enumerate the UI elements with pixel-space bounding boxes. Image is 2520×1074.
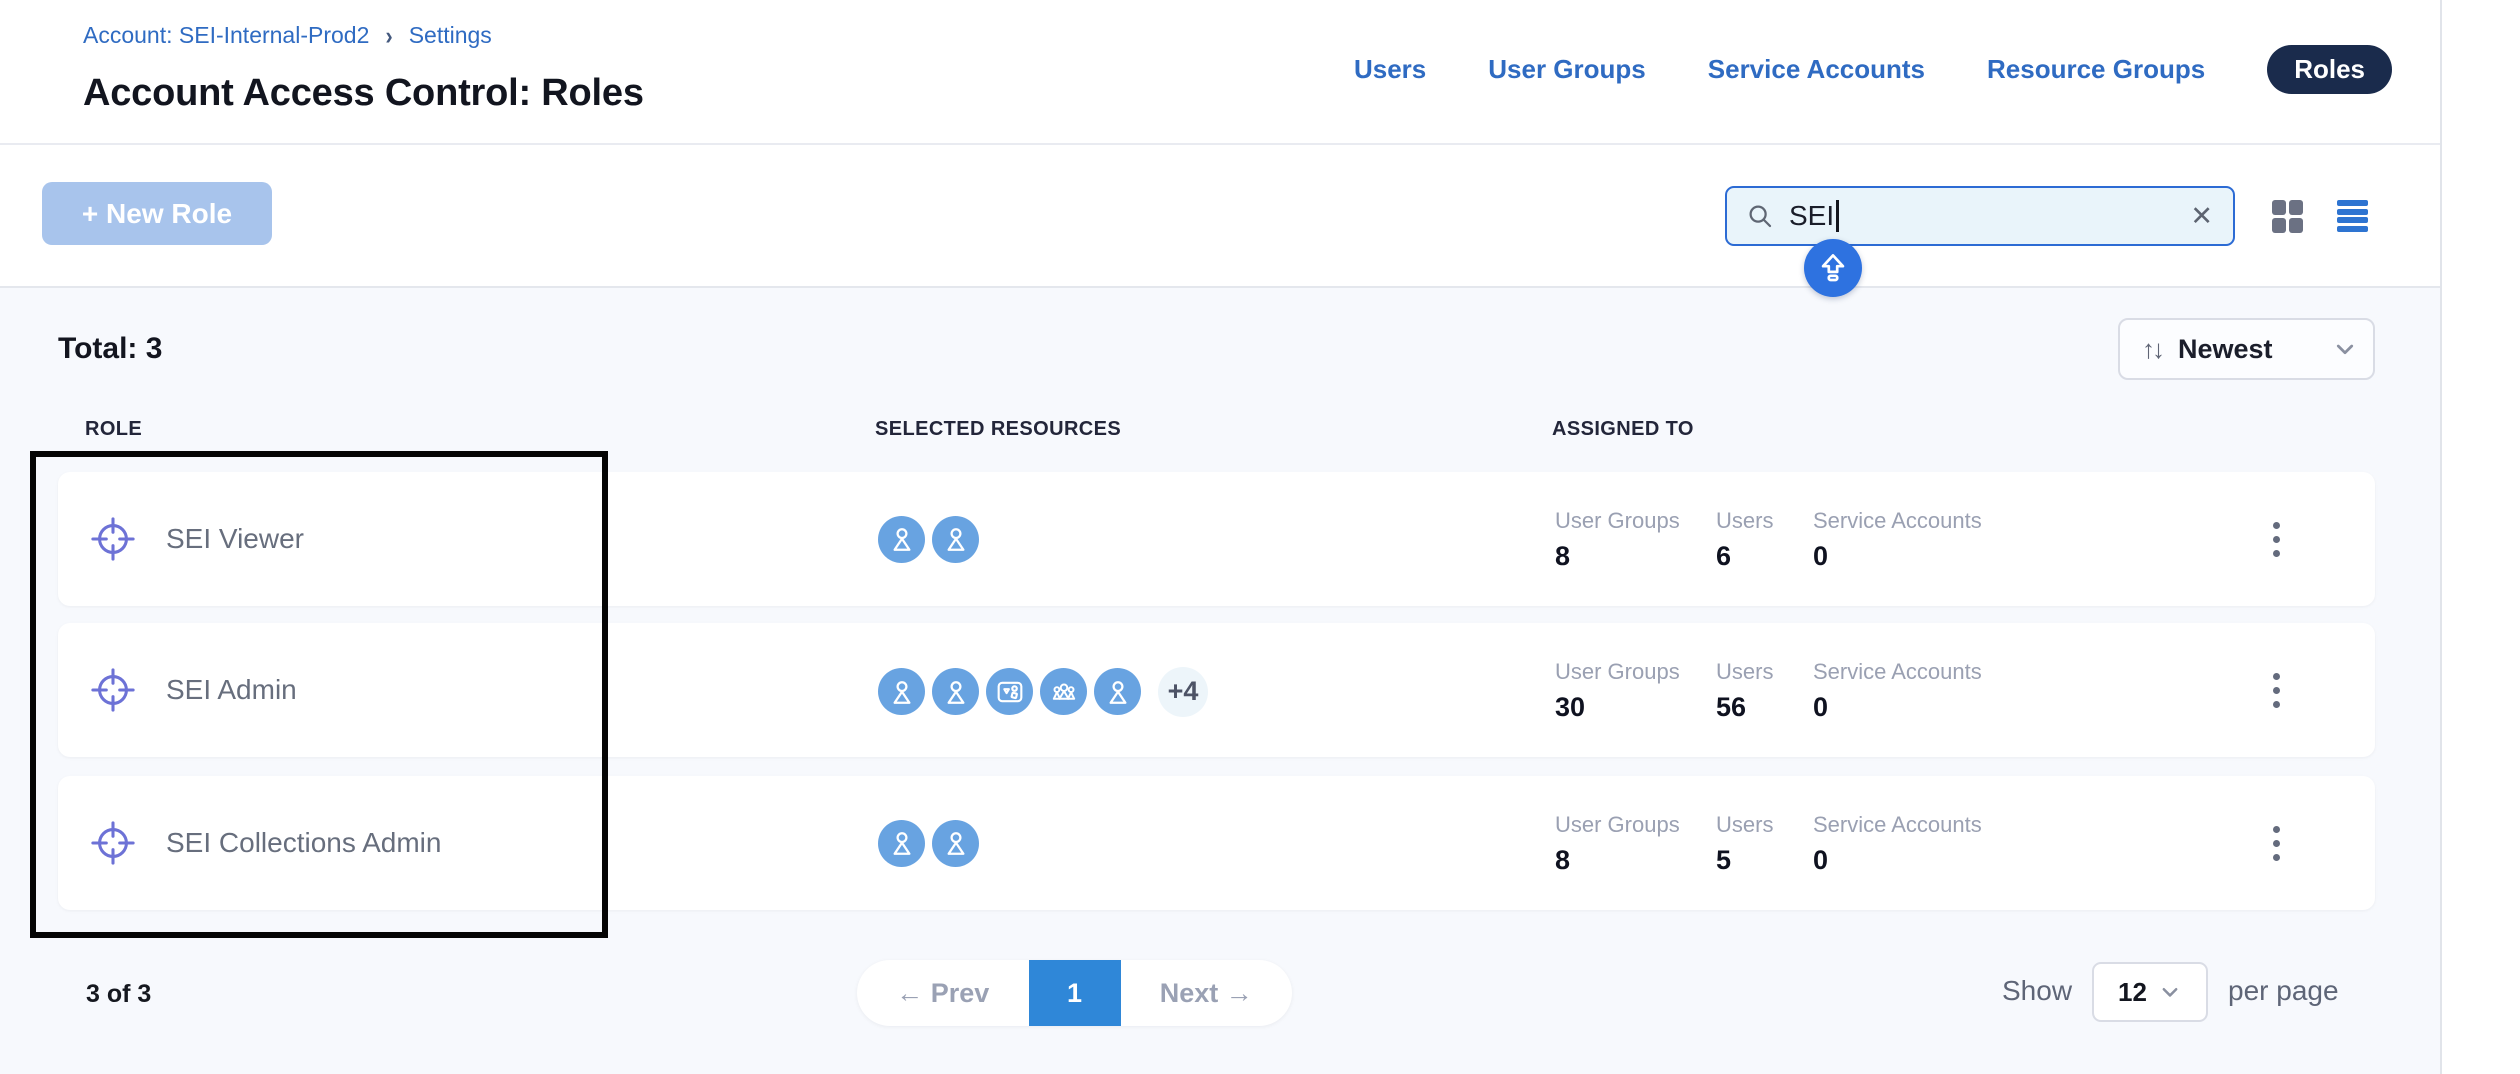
page-1-button[interactable]: 1 [1029,960,1121,1026]
tab-users[interactable]: Users [1354,54,1426,85]
sort-arrows-icon: ↑↓ [2142,334,2162,365]
user-avatar-icon [1094,668,1141,715]
row-menu-kebab-icon[interactable] [2261,776,2291,910]
chevron-down-icon [2333,337,2357,361]
resource-avatar-icon [986,668,1033,715]
grid-view-icon[interactable] [2272,200,2303,232]
user-avatar-icon [878,668,925,715]
show-label: Show [2002,975,2072,1007]
per-page-label: per page [2228,975,2339,1007]
search-query-text: SEI [1789,200,1834,232]
user-avatar-icon [878,516,925,563]
column-header-selected-resources: SELECTED RESOURCES [875,418,1121,441]
stat-users: Users 6 [1716,508,1773,572]
sort-selected-value: Newest [2178,334,2273,365]
text-cursor [1836,200,1839,232]
app-window: Account: SEI-Internal-Prod2 › Settings A… [0,0,2442,1074]
search-input[interactable]: SEI ✕ [1725,186,2235,246]
row-menu-kebab-icon[interactable] [2261,472,2291,606]
chevron-down-icon [2159,981,2181,1003]
selected-resources-avatars [878,820,986,867]
stat-service-accounts: Service Accounts 0 [1813,508,1982,572]
column-header-assigned-to: ASSIGNED TO [1552,418,1694,441]
tab-user-groups[interactable]: User Groups [1488,54,1646,85]
toolbar: + New Role SEI ✕ [0,145,2440,288]
list-view-icon[interactable] [2337,200,2368,232]
role-target-icon [90,820,136,866]
stat-user-groups: User Groups 8 [1555,508,1680,572]
avatar-overflow-badge: +4 [1158,667,1208,717]
stat-user-groups: User Groups 8 [1555,812,1680,876]
prev-page-button[interactable]: ← Prev [857,960,1029,1026]
role-name: SEI Admin [166,623,297,757]
column-header-role: ROLE [85,418,142,441]
role-row-sei-collections-admin[interactable]: SEI Collections Admin User Groups 8 User… [58,776,2375,910]
user-avatar-icon [932,516,979,563]
stat-users: Users 56 [1716,659,1773,723]
total-count: Total: 3 [58,332,162,366]
user-avatar-icon [878,820,925,867]
user-avatar-icon [932,668,979,715]
sort-dropdown[interactable]: ↑↓ Newest [2118,318,2375,380]
per-page-value: 12 [2118,977,2147,1008]
selected-resources-avatars: +4 [878,667,1208,717]
tab-service-accounts[interactable]: Service Accounts [1708,54,1925,85]
role-row-sei-admin[interactable]: SEI Admin +4 User Groups 30 Users 56 Ser… [58,623,2375,757]
chevron-right-icon: › [385,21,392,51]
role-row-sei-viewer[interactable]: SEI Viewer User Groups 8 Users 6 Service… [58,472,2375,606]
per-page-select[interactable]: 12 [2092,962,2208,1022]
row-menu-kebab-icon[interactable] [2261,623,2291,757]
page-range-count: 3 of 3 [86,980,151,1009]
search-icon [1745,201,1775,231]
tab-resource-groups[interactable]: Resource Groups [1987,54,2205,85]
roles-list-section: Total: 3 ↑↓ Newest ROLE SELECTED RESOURC… [0,288,2440,1074]
stat-service-accounts: Service Accounts 0 [1813,812,1982,876]
clear-search-icon[interactable]: ✕ [2190,201,2213,232]
stat-service-accounts: Service Accounts 0 [1813,659,1982,723]
pagination: ← Prev 1 Next → [857,960,1292,1026]
page-title: Account Access Control: Roles [83,72,644,115]
user-group-avatar-icon [1040,668,1087,715]
access-control-tabs: Users User Groups Service Accounts Resou… [1354,45,2392,94]
role-target-icon [90,667,136,713]
selected-resources-avatars [878,516,986,563]
next-page-button[interactable]: Next → [1121,960,1293,1026]
role-name: SEI Collections Admin [166,776,441,910]
stat-users: Users 5 [1716,812,1773,876]
page-header: Account: SEI-Internal-Prod2 › Settings A… [0,0,2440,145]
role-target-icon [90,516,136,562]
role-name: SEI Viewer [166,472,304,606]
breadcrumb: Account: SEI-Internal-Prod2 › Settings [83,22,492,49]
shift-key-indicator-icon [1804,239,1862,297]
breadcrumb-settings-link[interactable]: Settings [409,22,492,49]
stat-user-groups: User Groups 30 [1555,659,1680,723]
tab-roles[interactable]: Roles [2267,45,2392,94]
breadcrumb-account-link[interactable]: Account: SEI-Internal-Prod2 [83,22,369,49]
user-avatar-icon [932,820,979,867]
new-role-button[interactable]: + New Role [42,182,272,245]
